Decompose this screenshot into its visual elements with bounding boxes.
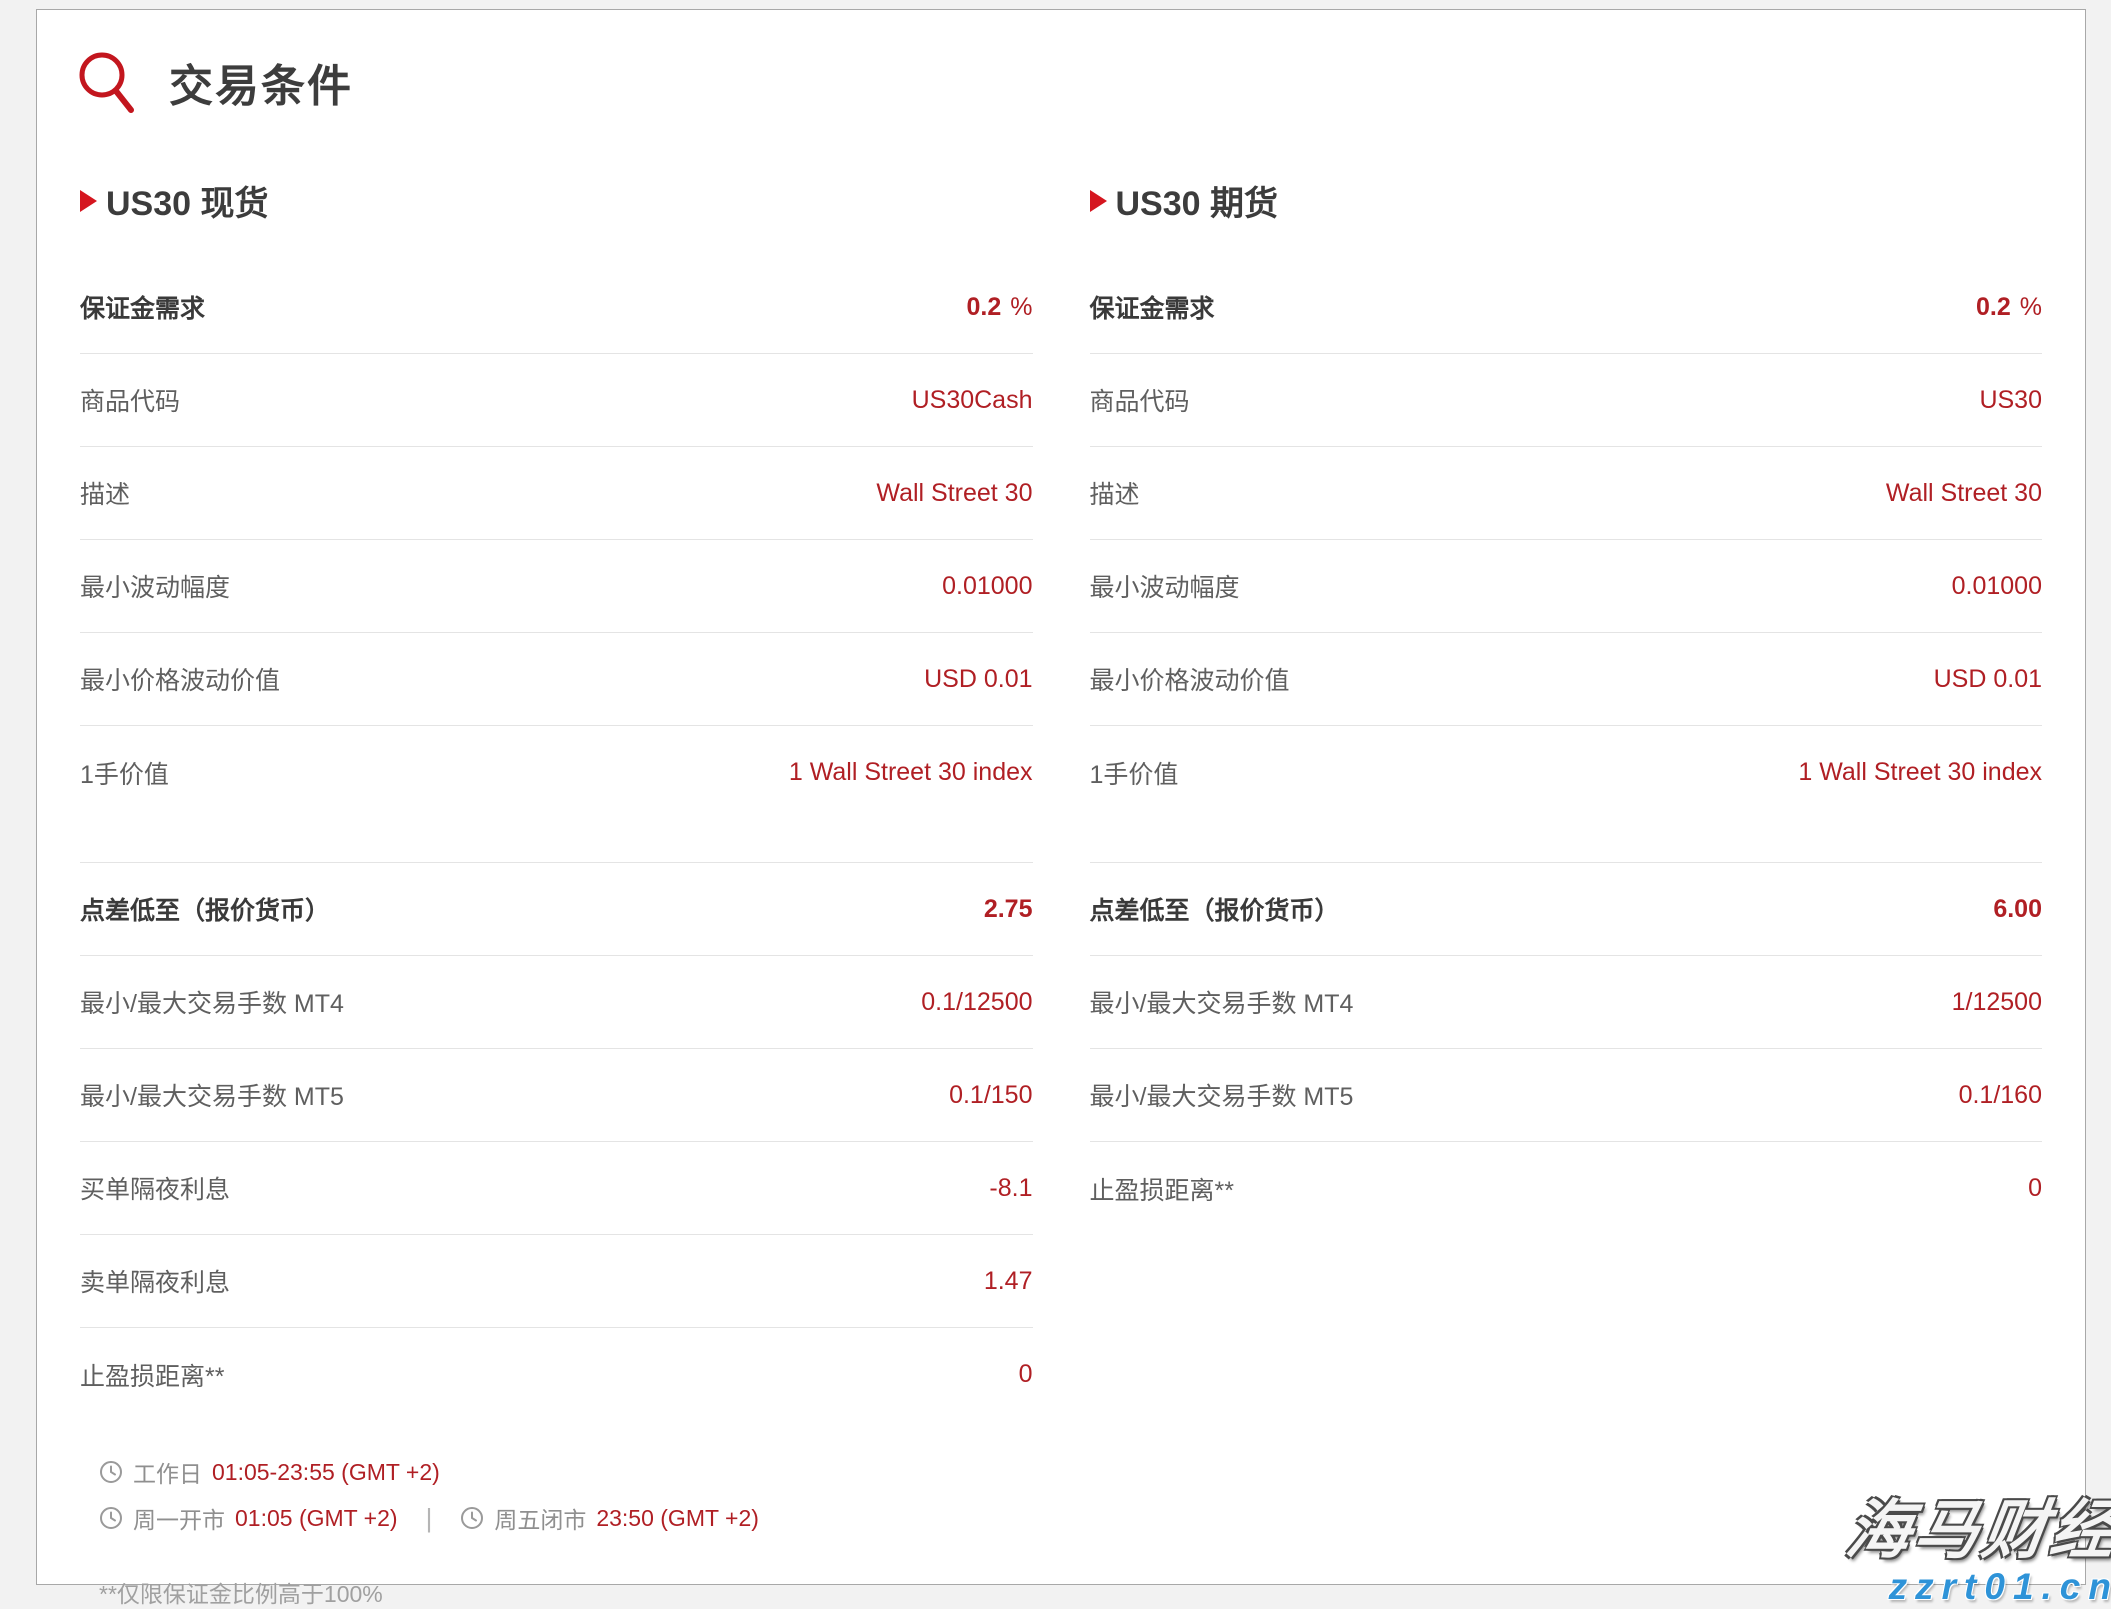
note-line-open-close: 周一开市 01:05 (GMT +2) | 周五闭市 23:50 (GMT +2… <box>99 1501 1033 1535</box>
row-value: Wall Street 30 <box>1886 479 2042 508</box>
table-row: 点差低至（报价货币） 6.00 <box>1090 863 2043 956</box>
row-value: 0 <box>1019 1360 1033 1389</box>
table-row: 描述 Wall Street 30 <box>1090 447 2043 540</box>
table-row: 1手价值 1 Wall Street 30 index <box>80 726 1033 819</box>
note-time: 01:05 (GMT +2) <box>235 1505 398 1532</box>
table-row: 最小价格波动价值 USD 0.01 <box>80 633 1033 726</box>
row-label: 商品代码 <box>80 382 180 418</box>
note-label: 周五闭市 <box>494 1501 586 1535</box>
note-label: 工作日 <box>133 1455 202 1489</box>
table-row: 商品代码 US30Cash <box>80 354 1033 447</box>
table-row: 买单隔夜利息 -8.1 <box>80 1142 1033 1235</box>
clock-icon <box>99 1460 123 1484</box>
row-label: 最小/最大交易手数 MT4 <box>1090 984 1354 1020</box>
row-value: 1/12500 <box>1952 988 2042 1017</box>
row-value: 1 Wall Street 30 index <box>1798 758 2042 787</box>
table-row: 最小/最大交易手数 MT4 1/12500 <box>1090 956 2043 1049</box>
table-row: 卖单隔夜利息 1.47 <box>80 1235 1033 1328</box>
row-label: 保证金需求 <box>80 289 205 325</box>
column-header: US30 期货 <box>1090 176 2043 225</box>
page-title: 交易条件 <box>169 50 353 114</box>
note-time: 23:50 (GMT +2) <box>596 1505 759 1532</box>
conditions-columns: US30 现货 保证金需求 0.2% 商品代码 US30Cash 描述 Wall… <box>37 176 2085 1609</box>
table-row: 最小/最大交易手数 MT5 0.1/160 <box>1090 1049 2043 1142</box>
clock-icon <box>99 1506 123 1530</box>
row-label: 商品代码 <box>1090 382 1190 418</box>
row-label: 点差低至（报价货币） <box>80 891 330 927</box>
table-row: 最小价格波动价值 USD 0.01 <box>1090 633 2043 726</box>
column-title: US30 期货 <box>1116 176 1279 225</box>
row-value: 0.2% <box>1976 293 2042 322</box>
table-row: 保证金需求 0.2% <box>1090 261 2043 354</box>
note-label: 周一开市 <box>133 1501 225 1535</box>
margin-footnote: **仅限保证金比例高于100% <box>99 1575 1033 1609</box>
table-row: 最小波动幅度 0.01000 <box>80 540 1033 633</box>
clock-icon <box>460 1506 484 1530</box>
row-label: 描述 <box>1090 475 1140 511</box>
row-value: 0.1/12500 <box>921 988 1032 1017</box>
row-value: 0.1/150 <box>949 1081 1032 1110</box>
row-value: US30 <box>1979 386 2042 415</box>
note-separator: | <box>426 1503 433 1534</box>
table-row: 保证金需求 0.2% <box>80 261 1033 354</box>
table-row: 最小/最大交易手数 MT4 0.1/12500 <box>80 956 1033 1049</box>
row-label: 保证金需求 <box>1090 289 1215 325</box>
group-divider <box>1090 819 2043 863</box>
row-label: 1手价值 <box>80 755 169 791</box>
row-label: 最小价格波动价值 <box>80 661 280 697</box>
search-icon <box>77 50 137 114</box>
row-label: 描述 <box>80 475 130 511</box>
row-value: 0.1/160 <box>1959 1081 2042 1110</box>
row-label: 1手价值 <box>1090 755 1179 791</box>
row-label: 最小价格波动价值 <box>1090 661 1290 697</box>
trading-conditions-card: 交易条件 US30 现货 保证金需求 0.2% 商品代码 US30Cash 描述… <box>36 9 2086 1585</box>
arrow-right-icon <box>80 190 97 212</box>
table-row: 1手价值 1 Wall Street 30 index <box>1090 726 2043 819</box>
row-value-unit: % <box>1010 293 1032 321</box>
row-value: 0.01000 <box>942 572 1032 601</box>
row-value: USD 0.01 <box>1934 665 2042 694</box>
column-title: US30 现货 <box>106 176 269 225</box>
row-label: 最小/最大交易手数 MT5 <box>1090 1077 1354 1113</box>
row-value-unit: % <box>2020 293 2042 321</box>
row-value: 1 Wall Street 30 index <box>789 758 1033 787</box>
row-value: 6.00 <box>1993 895 2042 924</box>
group-divider <box>80 819 1033 863</box>
row-label: 最小/最大交易手数 MT5 <box>80 1077 344 1113</box>
table-row: 描述 Wall Street 30 <box>80 447 1033 540</box>
arrow-right-icon <box>1090 190 1107 212</box>
note-time: 01:05-23:55 (GMT +2) <box>212 1459 440 1486</box>
row-value: USD 0.01 <box>924 665 1032 694</box>
page-header: 交易条件 <box>37 10 2085 114</box>
row-value: -8.1 <box>989 1174 1032 1203</box>
row-label: 卖单隔夜利息 <box>80 1263 230 1299</box>
table-row: 最小/最大交易手数 MT5 0.1/150 <box>80 1049 1033 1142</box>
table-row: 点差低至（报价货币） 2.75 <box>80 863 1033 956</box>
row-label: 最小波动幅度 <box>1090 568 1240 604</box>
row-value: 1.47 <box>984 1267 1033 1296</box>
column-us30-futures: US30 期货 保证金需求 0.2% 商品代码 US30 描述 Wall Str… <box>1090 176 2043 1609</box>
table-row: 最小波动幅度 0.01000 <box>1090 540 2043 633</box>
row-value: Wall Street 30 <box>876 479 1032 508</box>
row-value: 2.75 <box>984 895 1033 924</box>
row-label: 买单隔夜利息 <box>80 1170 230 1206</box>
row-value: 0.01000 <box>1952 572 2042 601</box>
column-us30-spot: US30 现货 保证金需求 0.2% 商品代码 US30Cash 描述 Wall… <box>80 176 1033 1609</box>
row-label: 止盈损距离** <box>1090 1171 1234 1207</box>
row-label: 点差低至（报价货币） <box>1090 891 1340 927</box>
row-label: 最小波动幅度 <box>80 568 230 604</box>
row-value-number: 0.2 <box>967 293 1002 321</box>
row-value-number: 0.2 <box>1976 293 2011 321</box>
row-value: 0 <box>2028 1174 2042 1203</box>
column-header: US30 现货 <box>80 176 1033 225</box>
note-line-workday: 工作日 01:05-23:55 (GMT +2) <box>99 1455 1033 1489</box>
row-label: 止盈损距离** <box>80 1357 224 1393</box>
table-row: 商品代码 US30 <box>1090 354 2043 447</box>
row-value: US30Cash <box>912 386 1033 415</box>
table-row: 止盈损距离** 0 <box>1090 1142 2043 1235</box>
table-row: 止盈损距离** 0 <box>80 1328 1033 1421</box>
row-value: 0.2% <box>967 293 1033 322</box>
row-label: 最小/最大交易手数 MT4 <box>80 984 344 1020</box>
trading-hours-notes: 工作日 01:05-23:55 (GMT +2) 周一开市 01:05 (GMT… <box>99 1455 1033 1535</box>
